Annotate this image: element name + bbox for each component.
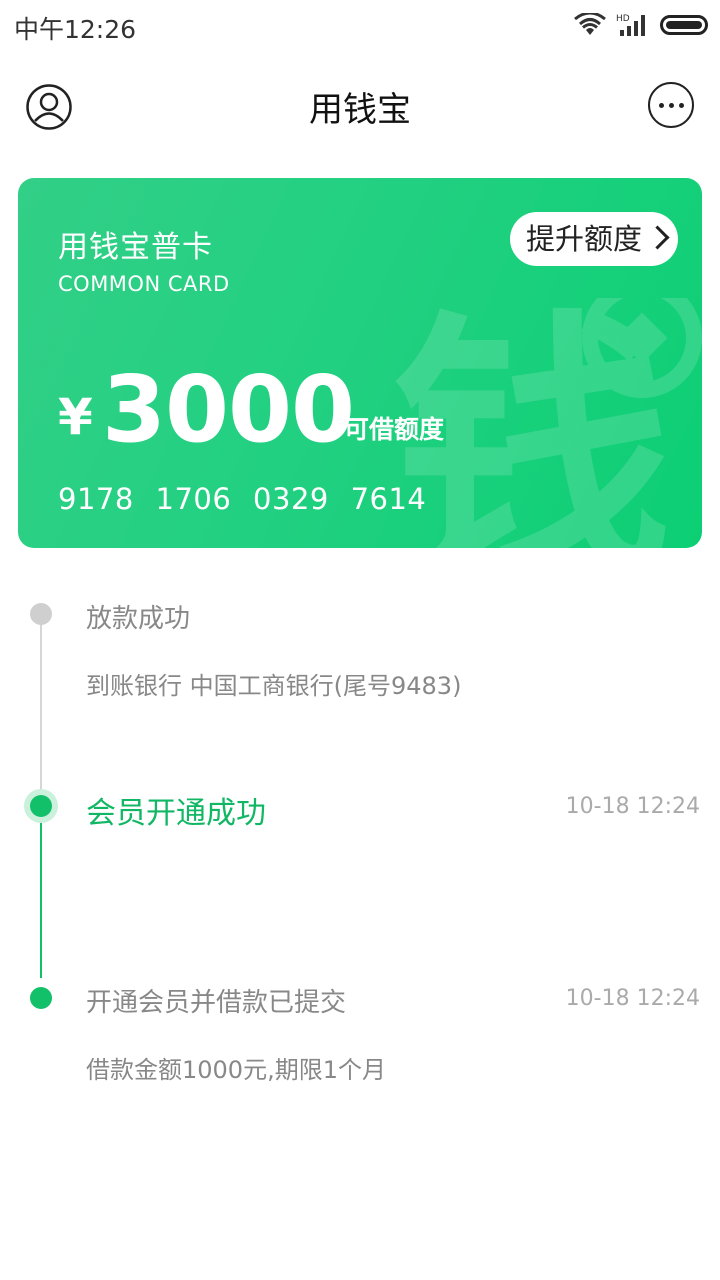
battery-icon <box>660 15 708 35</box>
wifi-icon <box>574 13 606 35</box>
timeline-step-desc: 到账银行 中国工商银行(尾号9483) <box>86 672 462 700</box>
page-title: 用钱宝 <box>309 90 411 130</box>
timeline-dot <box>30 603 52 625</box>
loan-card: 钱 用钱宝普卡 COMMON CARD 提升额度 ¥ 3000 可借额度 917… <box>18 178 702 548</box>
network-label: HD <box>616 14 630 24</box>
timeline-dot-active <box>24 789 58 823</box>
upgrade-limit-label: 提升额度 <box>525 222 642 256</box>
card-number: 9178 1706 0329 7614 <box>58 482 427 516</box>
timeline-step-time: 10-18 12:24 <box>565 794 700 819</box>
status-time: 中午12:26 <box>14 15 137 44</box>
timeline-step-title-active: 会员开通成功 <box>86 796 266 831</box>
card-name: 用钱宝普卡 <box>58 230 213 265</box>
header: 用钱宝 <box>0 68 720 144</box>
currency-symbol: ¥ <box>58 388 93 446</box>
credit-amount-value: 3000 <box>102 356 355 463</box>
chevron-right-icon <box>645 225 670 250</box>
timeline-step-desc: 借款金额1000元,期限1个月 <box>86 1056 386 1084</box>
timeline-line-active <box>40 818 42 978</box>
timeline-dot <box>30 987 52 1009</box>
more-dot <box>678 102 684 108</box>
loan-timeline: 放款成功 到账银行 中国工商银行(尾号9483) 会员开通成功 10-18 12… <box>0 570 720 1130</box>
more-icon[interactable] <box>648 82 694 128</box>
status-icons: HD <box>574 10 708 40</box>
credit-amount-label: 可借额度 <box>344 415 445 444</box>
status-bar: 中午12:26 HD <box>0 0 720 52</box>
timeline-step-time: 10-18 12:24 <box>565 986 700 1011</box>
more-dot <box>658 102 664 108</box>
timeline-line <box>40 614 42 812</box>
timeline-step-title: 开通会员并借款已提交 <box>86 988 347 1018</box>
more-dot <box>668 102 674 108</box>
upgrade-limit-button[interactable]: 提升额度 <box>509 212 678 266</box>
card-subtitle: COMMON CARD <box>58 272 230 296</box>
timeline-step-title: 放款成功 <box>86 604 191 634</box>
signal-icon: HD <box>616 14 645 36</box>
